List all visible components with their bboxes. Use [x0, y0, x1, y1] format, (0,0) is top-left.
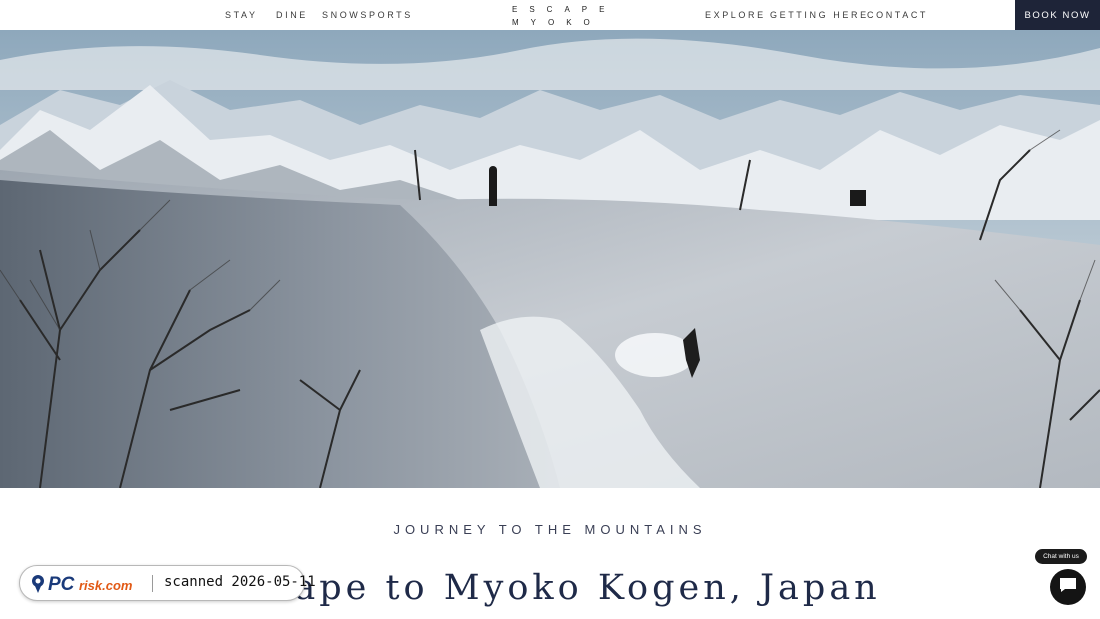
- top-navigation: STAY DINE SNOWSPORTS ESCAPE MYOKO EXPLOR…: [0, 0, 1100, 30]
- scan-date-text: scanned 2026-05-11: [164, 574, 316, 590]
- svg-text:risk.com: risk.com: [79, 578, 133, 593]
- book-now-button[interactable]: BOOK NOW: [1015, 0, 1100, 30]
- nav-link-getting-here[interactable]: GETTING HERE: [770, 10, 869, 20]
- logo-line-myoko: MYOKO: [512, 18, 602, 27]
- hero-mountain-scene: [0, 30, 1100, 488]
- hero-image: [0, 30, 1100, 488]
- nav-link-dine[interactable]: DINE: [276, 10, 308, 20]
- chat-label[interactable]: Chat with us: [1035, 549, 1087, 564]
- scan-badge: PC risk.com scanned 2026-05-11: [19, 565, 316, 601]
- pcrisk-logo: PC risk.com: [30, 572, 150, 599]
- svg-text:PC: PC: [48, 574, 75, 594]
- nav-link-snowsports[interactable]: SNOWSPORTS: [322, 10, 413, 20]
- section-kicker: JOURNEY TO THE MOUNTAINS: [393, 522, 707, 537]
- chat-bubble-icon: [1059, 577, 1077, 598]
- chat-button[interactable]: [1050, 569, 1086, 605]
- nav-link-contact[interactable]: CONTACT: [867, 10, 928, 20]
- nav-link-stay[interactable]: STAY: [225, 10, 258, 20]
- nav-link-explore[interactable]: EXPLORE: [705, 10, 766, 20]
- site-logo[interactable]: ESCAPE MYOKO: [500, 3, 617, 29]
- logo-line-escape: ESCAPE: [512, 5, 617, 14]
- scan-divider: [152, 575, 153, 592]
